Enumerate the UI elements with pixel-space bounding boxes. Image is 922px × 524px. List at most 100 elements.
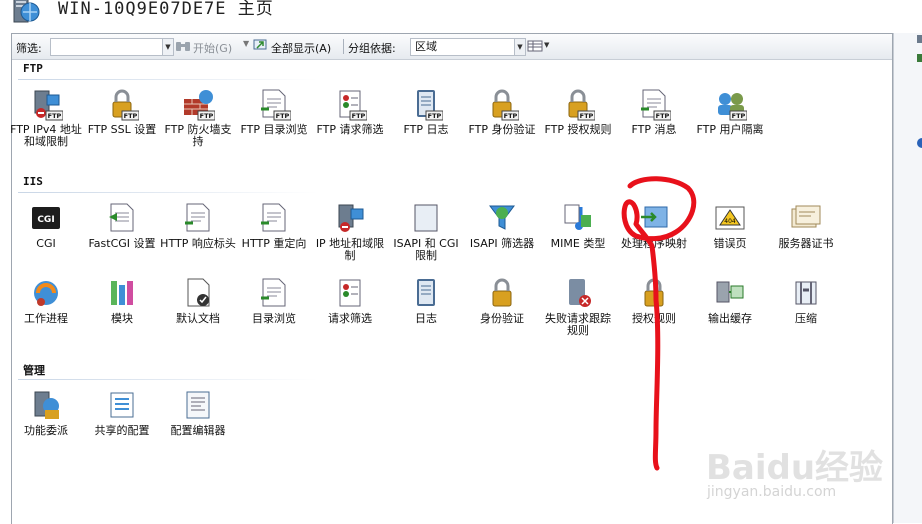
authentication-icon	[485, 276, 519, 310]
feature-label: IP 地址和域限制	[315, 237, 385, 262]
ftp-logging-icon: FTP	[409, 87, 444, 121]
actions-pane-edge	[893, 33, 922, 523]
binoculars-icon	[176, 42, 190, 51]
watermark-brand: Baidu经验	[706, 448, 884, 488]
svg-text:FTP: FTP	[124, 112, 138, 120]
ip-restrictions-icon	[333, 201, 367, 235]
ftp-messages-icon: FTP	[637, 87, 672, 121]
feature-label: 共享的配置	[94, 424, 150, 437]
feature-label: CGI	[36, 237, 56, 250]
default-document-icon	[181, 276, 215, 310]
feature-configuration-editor[interactable]: 配置编辑器	[160, 388, 236, 437]
feature-authentication[interactable]: 身份验证	[464, 276, 540, 325]
feature-ftp-request-filtering[interactable]: FTP FTP 请求筛选	[312, 87, 388, 136]
go-dropdown-icon[interactable]: ▼	[243, 39, 249, 48]
feature-label: 错误页	[713, 237, 747, 250]
show-all-button[interactable]: 全部显示(A)	[271, 40, 331, 56]
feature-label: 请求筛选	[328, 312, 372, 325]
feature-handler-mappings[interactable]: 处理程序映射	[616, 201, 692, 250]
http-redirect-icon	[257, 201, 291, 235]
feature-output-caching[interactable]: 输出缓存	[692, 276, 768, 325]
svg-text:FTP: FTP	[200, 112, 214, 120]
feature-label: 失败请求跟踪规则	[545, 312, 611, 337]
filter-toolbar: 筛选: ▼ 开始(G) ▼ 全部显示(A) 分组依据: 区域 ▼ ▼	[12, 34, 892, 60]
feature-default-document[interactable]: 默认文档	[160, 276, 236, 325]
feature-cgi[interactable]: CGI CGI	[8, 201, 84, 250]
feature-modules[interactable]: 模块	[84, 276, 160, 325]
group-by-label: 分组依据:	[348, 42, 396, 55]
view-mode-dropdown-icon[interactable]: ▼	[544, 41, 549, 49]
feature-failed-request-tracing[interactable]: 失败请求跟踪规则	[540, 276, 616, 337]
go-button[interactable]: 开始(G)	[193, 40, 232, 56]
svg-text:FTP: FTP	[732, 112, 746, 120]
feature-label: 输出缓存	[708, 312, 752, 325]
handler-mappings-icon	[637, 201, 671, 235]
fastcgi-icon	[105, 201, 139, 235]
feature-label: ISAPI 和 CGI 限制	[393, 237, 459, 262]
filter-input[interactable]	[50, 38, 174, 56]
feature-ftp-messages[interactable]: FTP FTP 消息	[616, 87, 692, 136]
feature-fastcgi[interactable]: FastCGI 设置	[84, 201, 160, 250]
feature-label: 功能委派	[24, 424, 68, 437]
help-icon[interactable]	[916, 137, 922, 149]
feature-ftp-ip-restrictions[interactable]: FTP FTP IPv4 地址和域限制	[8, 87, 84, 148]
group-by-select[interactable]: 区域	[410, 38, 520, 56]
feature-directory-browsing[interactable]: 目录浏览	[236, 276, 312, 325]
feature-error-pages[interactable]: 404 错误页	[692, 201, 768, 250]
feature-shared-configuration[interactable]: 共享的配置	[84, 388, 160, 437]
svg-text:FTP: FTP	[352, 112, 366, 120]
feature-server-certificates[interactable]: 服务器证书	[768, 201, 844, 250]
feature-compression[interactable]: 压缩	[768, 276, 844, 325]
feature-ftp-logging[interactable]: FTP FTP 日志	[388, 87, 464, 136]
feature-label: ISAPI 筛选器	[469, 237, 535, 250]
feature-ftp-user-isolation[interactable]: FTP FTP 用户隔离	[692, 87, 768, 136]
feature-http-redirect[interactable]: HTTP 重定向	[236, 201, 312, 250]
error-pages-icon: 404	[713, 201, 747, 235]
svg-text:FTP: FTP	[656, 112, 670, 120]
feature-ftp-authentication[interactable]: FTP FTP 身份验证	[464, 87, 540, 136]
feature-label: 默认文档	[176, 312, 220, 325]
ftp-authorization-icon: FTP	[561, 87, 596, 121]
svg-text:FTP: FTP	[48, 112, 62, 120]
feature-worker-processes[interactable]: 工作进程	[8, 276, 84, 325]
view-mode-icon[interactable]	[527, 40, 543, 52]
feature-label: 压缩	[795, 312, 817, 325]
worker-processes-icon	[29, 276, 63, 310]
feature-authorization-rules[interactable]: 授权规则	[616, 276, 692, 325]
server-certificates-icon	[789, 201, 823, 235]
feature-label: FastCGI 设置	[88, 237, 156, 250]
feature-mime-types[interactable]: MIME 类型	[540, 201, 616, 250]
isapi-filters-icon	[485, 201, 519, 235]
watermark-url: jingyan.baidu.com	[707, 484, 837, 500]
scroll-arrow-icon[interactable]	[916, 33, 922, 47]
filter-dropdown-button[interactable]: ▼	[162, 38, 174, 56]
failed-request-tracing-icon	[561, 276, 595, 310]
feature-label: FTP 请求筛选	[316, 123, 384, 136]
feature-delegation-icon	[29, 388, 63, 422]
feature-logging[interactable]: 日志	[388, 276, 464, 325]
section-divider	[18, 192, 318, 193]
feature-feature-delegation[interactable]: 功能委派	[8, 388, 84, 437]
feature-request-filtering[interactable]: 请求筛选	[312, 276, 388, 325]
feature-ftp-directory-browsing[interactable]: FTP FTP 目录浏览	[236, 87, 312, 136]
group-by-dropdown-button[interactable]: ▼	[514, 38, 526, 56]
feature-ip-restrictions[interactable]: IP 地址和域限制	[312, 201, 388, 262]
iis-server-icon	[13, 0, 40, 23]
isapi-cgi-restrictions-icon	[409, 201, 443, 235]
action-icon[interactable]	[916, 53, 922, 63]
feature-isapi-cgi-restrictions[interactable]: ISAPI 和 CGI 限制	[388, 201, 464, 262]
feature-http-response-headers[interactable]: HTTP 响应标头	[160, 201, 236, 250]
feature-ftp-authorization[interactable]: FTP FTP 授权规则	[540, 87, 616, 136]
feature-ftp-ssl-lock[interactable]: FTP FTP SSL 设置	[84, 87, 160, 136]
feature-label: FTP 授权规则	[544, 123, 612, 136]
compression-icon	[789, 276, 823, 310]
configuration-editor-icon	[181, 388, 215, 422]
feature-isapi-filters[interactable]: ISAPI 筛选器	[464, 201, 540, 250]
authorization-rules-icon	[637, 276, 671, 310]
svg-text:CGI: CGI	[37, 215, 54, 225]
output-caching-icon	[713, 276, 747, 310]
feature-label: HTTP 重定向	[241, 237, 307, 250]
feature-label: FTP 目录浏览	[240, 123, 308, 136]
feature-ftp-firewall[interactable]: FTP FTP 防火墙支持	[160, 87, 236, 148]
mime-types-icon	[561, 201, 595, 235]
